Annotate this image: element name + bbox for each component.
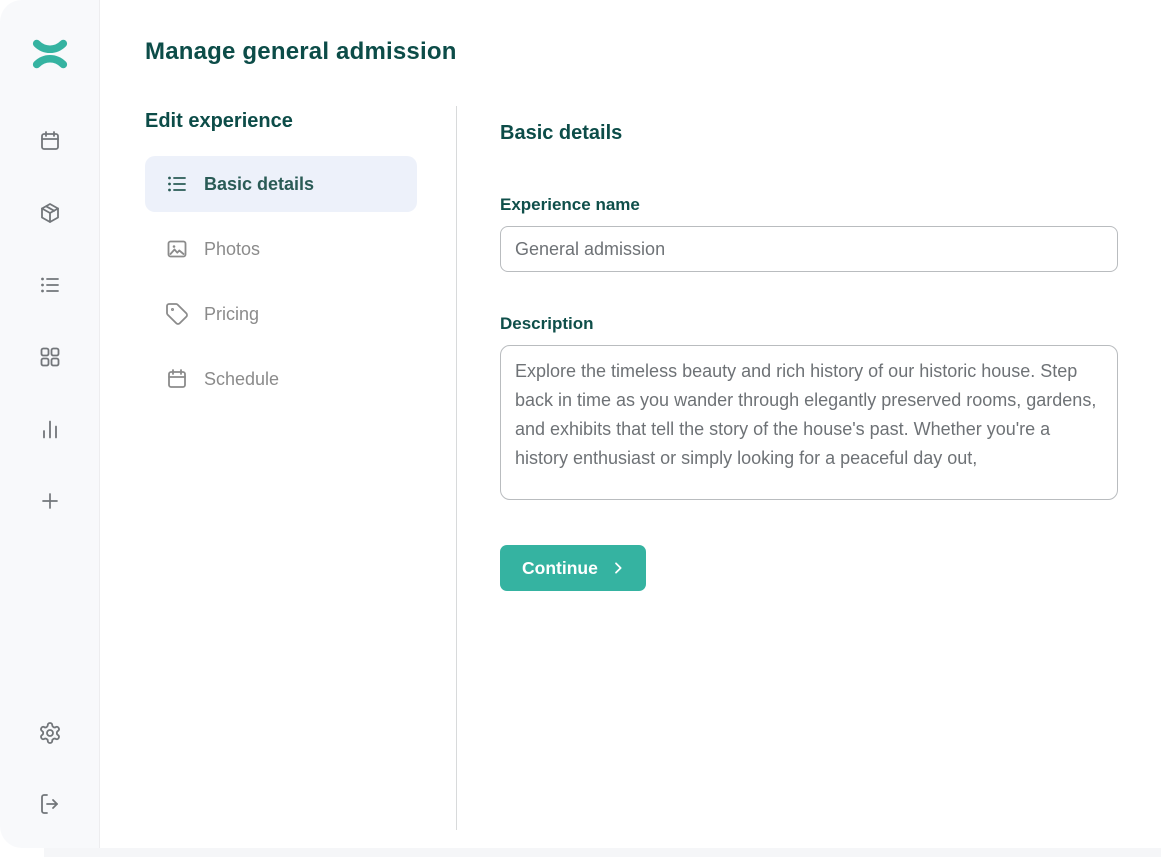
tag-icon xyxy=(165,302,189,326)
sidebar-bottom-icons xyxy=(38,721,62,816)
form-heading: Basic details xyxy=(500,122,1118,145)
nav-item-photos[interactable]: Photos xyxy=(145,221,417,277)
grid-icon[interactable] xyxy=(38,345,62,369)
sidebar-nav-icons xyxy=(38,129,62,513)
gear-icon[interactable] xyxy=(38,721,62,745)
window-bottom-edge xyxy=(44,848,1161,857)
content-row: Edit experience Basic details xyxy=(145,106,1161,830)
continue-button-label: Continue xyxy=(522,558,598,579)
page-title: Manage general admission xyxy=(145,38,1161,66)
list-icon xyxy=(165,172,189,196)
app-window: Manage general admission Edit experience… xyxy=(0,0,1161,848)
edit-experience-nav: Edit experience Basic details xyxy=(145,106,457,830)
nav-item-label: Pricing xyxy=(204,304,259,325)
nav-item-pricing[interactable]: Pricing xyxy=(145,286,417,342)
experience-name-label: Experience name xyxy=(500,195,1118,215)
nav-item-label: Photos xyxy=(204,239,260,260)
main-area: Manage general admission Edit experience… xyxy=(100,0,1161,848)
nav-heading: Edit experience xyxy=(145,110,456,133)
image-icon xyxy=(165,237,189,261)
continue-button[interactable]: Continue xyxy=(500,545,646,591)
calendar-icon[interactable] xyxy=(38,129,62,153)
nav-item-basic-details[interactable]: Basic details xyxy=(145,156,417,212)
bar-chart-icon[interactable] xyxy=(38,417,62,441)
nav-item-schedule[interactable]: Schedule xyxy=(145,351,417,407)
experience-name-input[interactable] xyxy=(500,226,1118,272)
basic-details-form: Basic details Experience name Descriptio… xyxy=(457,106,1118,830)
list-icon[interactable] xyxy=(38,273,62,297)
chevron-right-icon xyxy=(610,560,626,576)
nav-item-label: Schedule xyxy=(204,369,279,390)
logout-icon[interactable] xyxy=(38,792,62,816)
description-label: Description xyxy=(500,314,1118,334)
nav-list: Basic details Photos xyxy=(145,156,456,407)
calendar-icon xyxy=(165,367,189,391)
sidebar xyxy=(0,0,100,848)
xola-logo-icon[interactable] xyxy=(31,37,69,71)
description-textarea[interactable]: Explore the timeless beauty and rich his… xyxy=(500,345,1118,500)
plus-icon[interactable] xyxy=(38,489,62,513)
package-icon[interactable] xyxy=(38,201,62,225)
nav-item-label: Basic details xyxy=(204,174,314,195)
